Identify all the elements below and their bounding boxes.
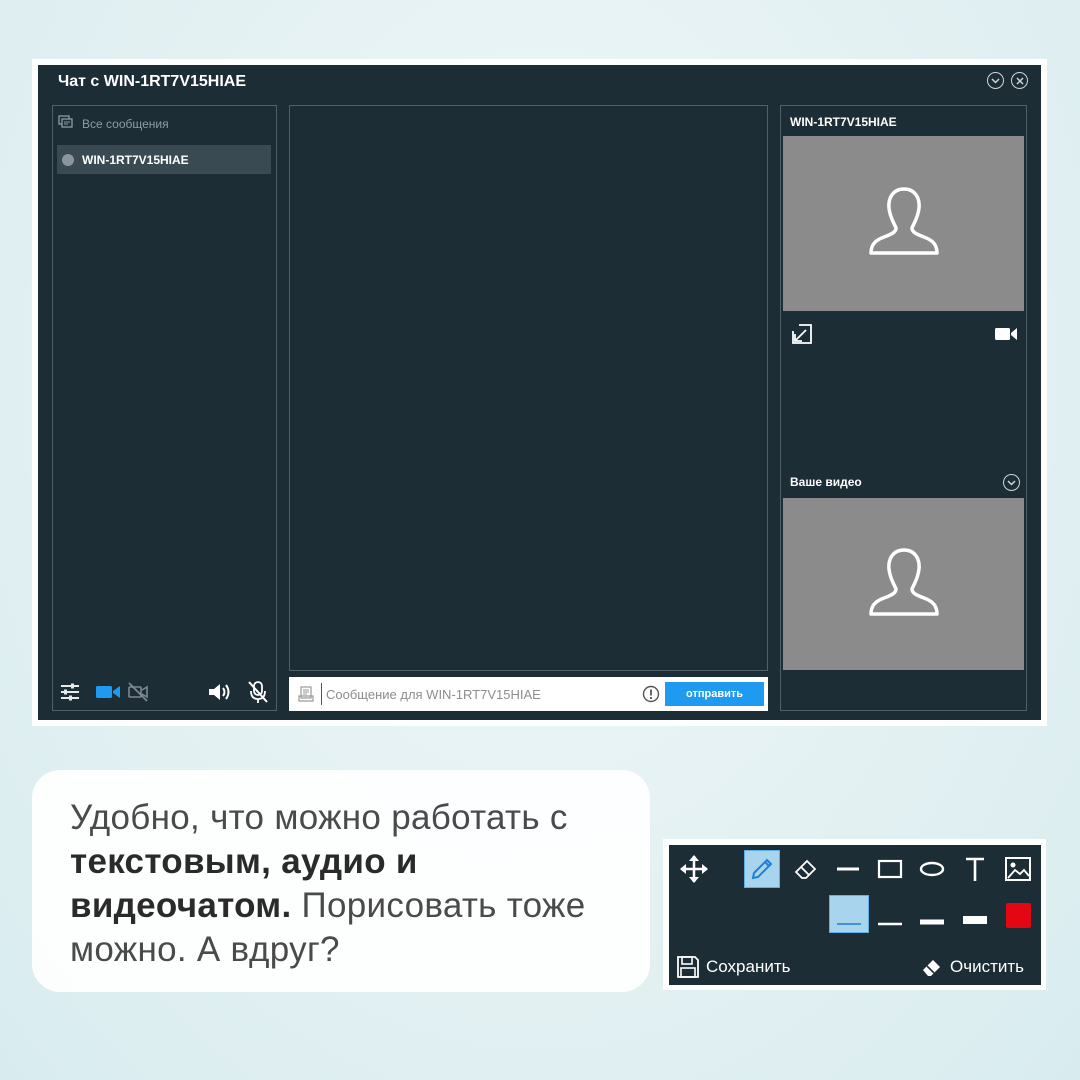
eraser-icon (920, 955, 944, 979)
stroke-color-swatch[interactable] (1006, 903, 1031, 928)
stroke-width-thick-icon[interactable] (914, 895, 950, 933)
settings-sliders-icon[interactable] (58, 681, 82, 703)
user-avatar-icon (866, 183, 942, 264)
floppy-disk-icon (676, 955, 700, 979)
stroke-width-xthick-icon[interactable] (957, 895, 993, 933)
rectangle-icon[interactable] (872, 850, 908, 888)
message-area (289, 105, 768, 671)
text-icon[interactable] (957, 850, 993, 888)
user-avatar-icon (866, 544, 942, 625)
your-video-label: Ваше видео (790, 475, 862, 489)
clear-label: Очистить (950, 957, 1025, 976)
chevron-down-icon[interactable] (987, 72, 1004, 89)
contacts-panel (52, 105, 277, 711)
all-messages-label: Все сообщения (82, 117, 169, 131)
save-label: Сохранить (706, 957, 791, 976)
contact-name: WIN-1RT7V15HIAE (82, 152, 189, 167)
image-icon[interactable] (1000, 850, 1036, 888)
eraser-icon[interactable] (788, 850, 824, 888)
line-icon[interactable] (830, 850, 866, 888)
speaker-icon[interactable] (207, 680, 233, 704)
clear-button[interactable]: Очистить (920, 955, 1024, 979)
collapse-icon[interactable] (790, 322, 814, 346)
ellipse-icon[interactable] (914, 850, 950, 888)
window-title: Чат с WIN-1RT7V15HIAE (58, 73, 247, 90)
stroke-width-medium-icon[interactable] (872, 895, 908, 933)
message-input[interactable] (321, 683, 631, 705)
messages-icon (58, 115, 74, 133)
close-icon[interactable] (1011, 72, 1028, 89)
stroke-width-thin-icon[interactable] (829, 895, 869, 933)
status-dot (62, 153, 74, 166)
attach-file-icon[interactable] (297, 685, 315, 703)
contact-item[interactable]: WIN-1RT7V15HIAE (57, 145, 271, 174)
peer-name: WIN-1RT7V15HIAE (790, 115, 897, 129)
chevron-down-icon[interactable] (1003, 474, 1020, 491)
caption-part1: Удобно, что можно работать с (70, 798, 568, 837)
alert-icon[interactable] (642, 685, 660, 703)
local-video (783, 498, 1024, 670)
pencil-icon[interactable] (744, 850, 780, 888)
send-button[interactable]: отправить (665, 682, 764, 706)
camera-off-icon[interactable] (126, 680, 150, 704)
camera-icon[interactable] (95, 682, 121, 702)
all-messages-item[interactable]: Все сообщения (58, 115, 169, 133)
caption-text: Удобно, что можно работать с текстовым, … (70, 796, 630, 972)
camera-icon[interactable] (993, 325, 1019, 343)
move-icon[interactable] (676, 850, 712, 888)
mic-off-icon[interactable] (246, 679, 270, 705)
remote-video (783, 136, 1024, 311)
save-button[interactable]: Сохранить (676, 955, 790, 979)
